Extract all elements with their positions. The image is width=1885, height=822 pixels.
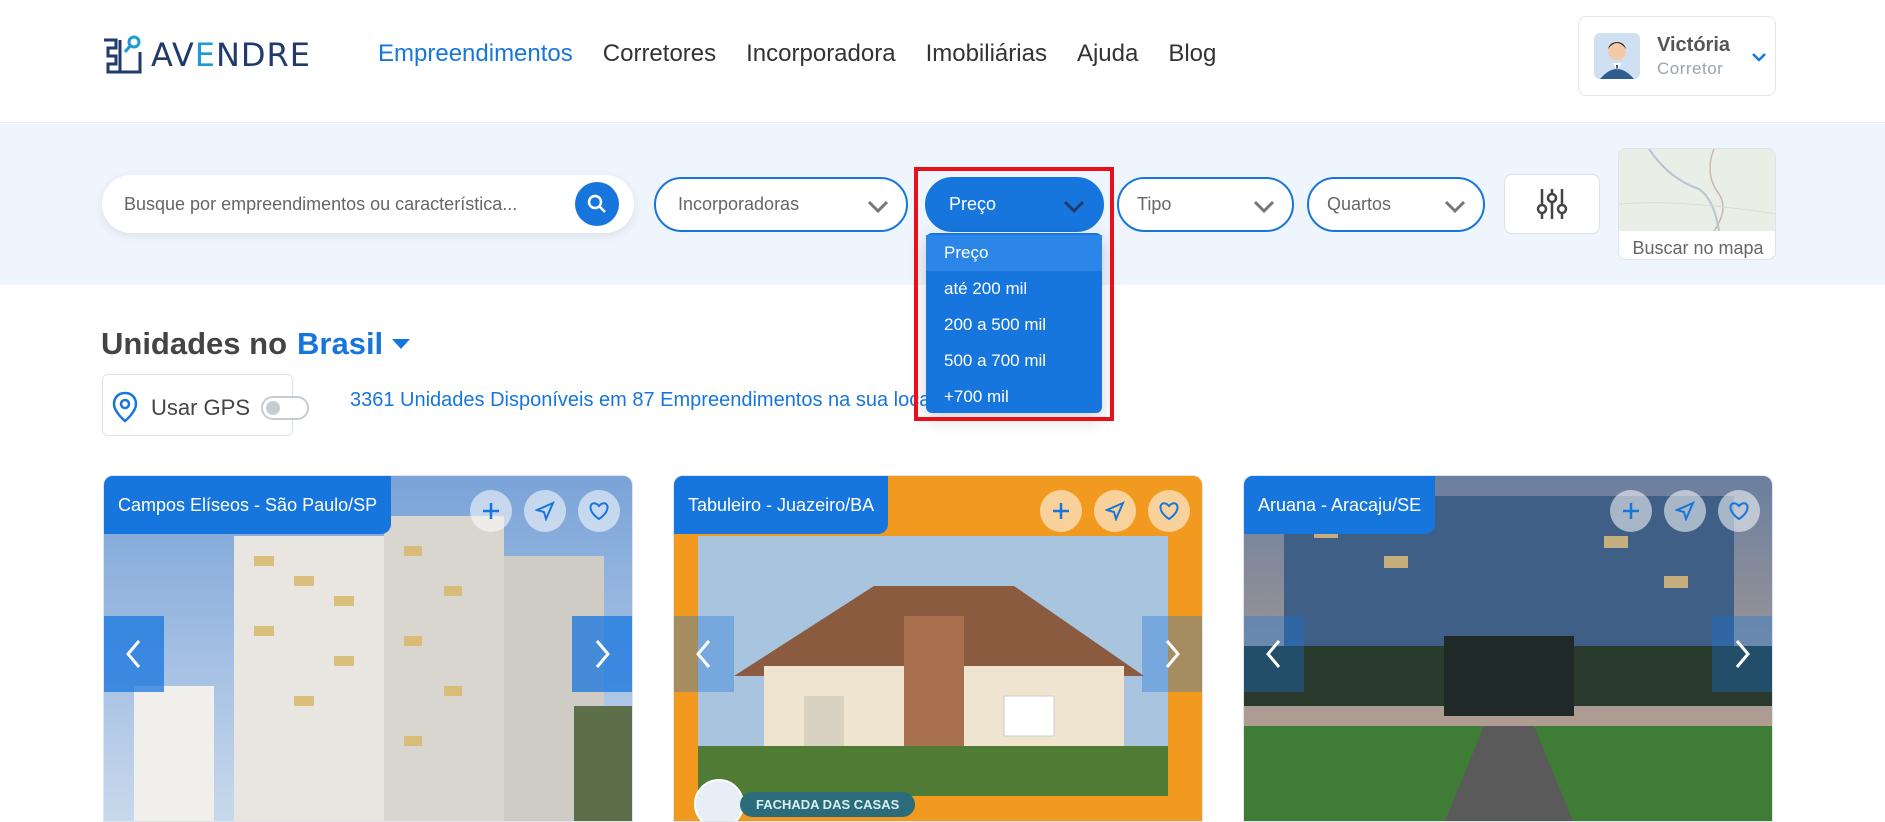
price-option-500-700[interactable]: 500 a 700 mil xyxy=(926,343,1102,379)
logo-icon xyxy=(104,35,142,74)
location-selector[interactable]: Brasil xyxy=(297,326,383,362)
plus-icon xyxy=(1053,503,1069,519)
chevron-right-icon xyxy=(1735,640,1750,668)
gps-label: Usar GPS xyxy=(151,395,251,420)
add-button[interactable] xyxy=(470,490,512,532)
heart-icon xyxy=(1729,502,1749,521)
map-search-button[interactable]: Buscar no mapa xyxy=(1618,148,1776,260)
caption-text: FACHADA DAS CASAS xyxy=(740,791,916,817)
chevron-down-icon[interactable] xyxy=(1749,47,1769,67)
property-card[interactable]: Aruana - Aracaju/SE xyxy=(1243,475,1773,822)
price-option-ate-200[interactable]: até 200 mil xyxy=(926,271,1102,307)
sliders-icon xyxy=(1536,189,1568,219)
image-caption-badge: FACHADA DAS CASAS xyxy=(694,779,916,821)
carousel-next-button[interactable] xyxy=(1142,616,1202,692)
nav-corretores[interactable]: Corretores xyxy=(603,40,716,68)
nav-imobiliarias[interactable]: Imobiliárias xyxy=(926,40,1047,68)
gps-toggle[interactable] xyxy=(261,396,309,420)
card-actions xyxy=(1610,490,1760,532)
map-thumbnail xyxy=(1619,149,1775,232)
chevron-left-icon xyxy=(1266,640,1281,668)
nav-empreendimentos[interactable]: Empreendimentos xyxy=(378,40,573,68)
search-button[interactable] xyxy=(575,182,619,226)
card-location-tag: Aruana - Aracaju/SE xyxy=(1244,476,1436,534)
nav-ajuda[interactable]: Ajuda xyxy=(1077,40,1138,68)
caret-down-icon[interactable] xyxy=(391,337,411,351)
preco-select[interactable]: Preço xyxy=(925,177,1104,232)
main-nav: Empreendimentos Corretores Incorporadora… xyxy=(378,40,1216,68)
nav-blog[interactable]: Blog xyxy=(1168,40,1216,68)
plus-icon xyxy=(1623,503,1639,519)
map-button-label: Buscar no mapa xyxy=(1632,238,1764,258)
search-box xyxy=(102,175,634,233)
chevron-down-icon xyxy=(1444,200,1466,214)
carousel-next-button[interactable] xyxy=(572,616,632,692)
add-button[interactable] xyxy=(1040,490,1082,532)
user-name: Victória xyxy=(1657,34,1730,56)
price-option-700-plus[interactable]: +700 mil xyxy=(926,379,1102,415)
card-location-tag: Campos Elíseos - São Paulo/SP xyxy=(104,476,392,534)
avatar xyxy=(1594,33,1640,79)
search-input[interactable] xyxy=(124,189,544,219)
incorporadoras-select[interactable]: Incorporadoras xyxy=(654,177,908,232)
chevron-left-icon xyxy=(696,640,711,668)
chevron-down-icon xyxy=(1253,200,1275,214)
tipo-select-label: Tipo xyxy=(1137,194,1172,214)
tipo-select[interactable]: Tipo xyxy=(1117,177,1294,232)
navigation-arrow-icon xyxy=(1105,501,1125,521)
price-dropdown-menu: Preço até 200 mil 200 a 500 mil 500 a 70… xyxy=(926,233,1102,413)
chevron-down-icon xyxy=(1063,200,1085,214)
heart-icon xyxy=(589,502,609,521)
gps-toggle-box[interactable]: Usar GPS xyxy=(102,374,309,436)
chevron-right-icon xyxy=(1165,640,1180,668)
toggle-knob xyxy=(266,401,280,415)
navigate-button[interactable] xyxy=(524,490,566,532)
card-actions xyxy=(1040,490,1190,532)
carousel-prev-button[interactable] xyxy=(674,616,734,692)
navigate-button[interactable] xyxy=(1094,490,1136,532)
top-header: AVENDRE Empreendimentos Corretores Incor… xyxy=(0,0,1885,123)
page-title: Unidades no Brasil xyxy=(101,326,411,362)
navigation-arrow-icon xyxy=(1675,501,1695,521)
developer-logo xyxy=(694,779,744,821)
navigation-arrow-icon xyxy=(535,501,555,521)
property-card[interactable]: Tabuleiro - Juazeiro/BA FACHADA DAS CASA… xyxy=(673,475,1203,822)
plus-icon xyxy=(483,503,499,519)
nav-incorporadora[interactable]: Incorporadora xyxy=(746,40,895,68)
property-card[interactable]: Campos Elíseos - São Paulo/SP xyxy=(103,475,633,822)
chevron-right-icon xyxy=(595,640,610,668)
logo-wordmark: AVENDRE xyxy=(151,36,311,74)
carousel-prev-button[interactable] xyxy=(1244,616,1304,692)
advanced-filters-button[interactable] xyxy=(1504,174,1600,234)
carousel-next-button[interactable] xyxy=(1712,616,1772,692)
heart-icon xyxy=(1159,502,1179,521)
chevron-left-icon xyxy=(126,640,141,668)
quartos-select-label: Quartos xyxy=(1327,194,1392,214)
avendre-logo[interactable]: AVENDRE xyxy=(101,34,311,76)
navigate-button[interactable] xyxy=(1664,490,1706,532)
incorporadoras-select-label: Incorporadoras xyxy=(678,194,800,214)
user-role: Corretor xyxy=(1657,59,1724,78)
favorite-button[interactable] xyxy=(1718,490,1760,532)
user-menu[interactable]: Victória Corretor xyxy=(1578,16,1776,96)
preco-select-label: Preço xyxy=(949,194,997,214)
quartos-select[interactable]: Quartos xyxy=(1307,177,1485,232)
title-prefix: Unidades no xyxy=(101,326,288,361)
available-units-text: 3361 Unidades Disponíveis em 87 Empreend… xyxy=(350,389,931,411)
card-actions xyxy=(470,490,620,532)
search-icon xyxy=(587,194,606,213)
add-button[interactable] xyxy=(1610,490,1652,532)
price-option-200-500[interactable]: 200 a 500 mil xyxy=(926,307,1102,343)
card-location-tag: Tabuleiro - Juazeiro/BA xyxy=(674,476,889,534)
location-pin-icon xyxy=(112,391,138,423)
chevron-down-icon xyxy=(867,200,889,214)
favorite-button[interactable] xyxy=(1148,490,1190,532)
price-option-preco[interactable]: Preço xyxy=(926,235,1102,271)
favorite-button[interactable] xyxy=(578,490,620,532)
carousel-prev-button[interactable] xyxy=(104,616,164,692)
